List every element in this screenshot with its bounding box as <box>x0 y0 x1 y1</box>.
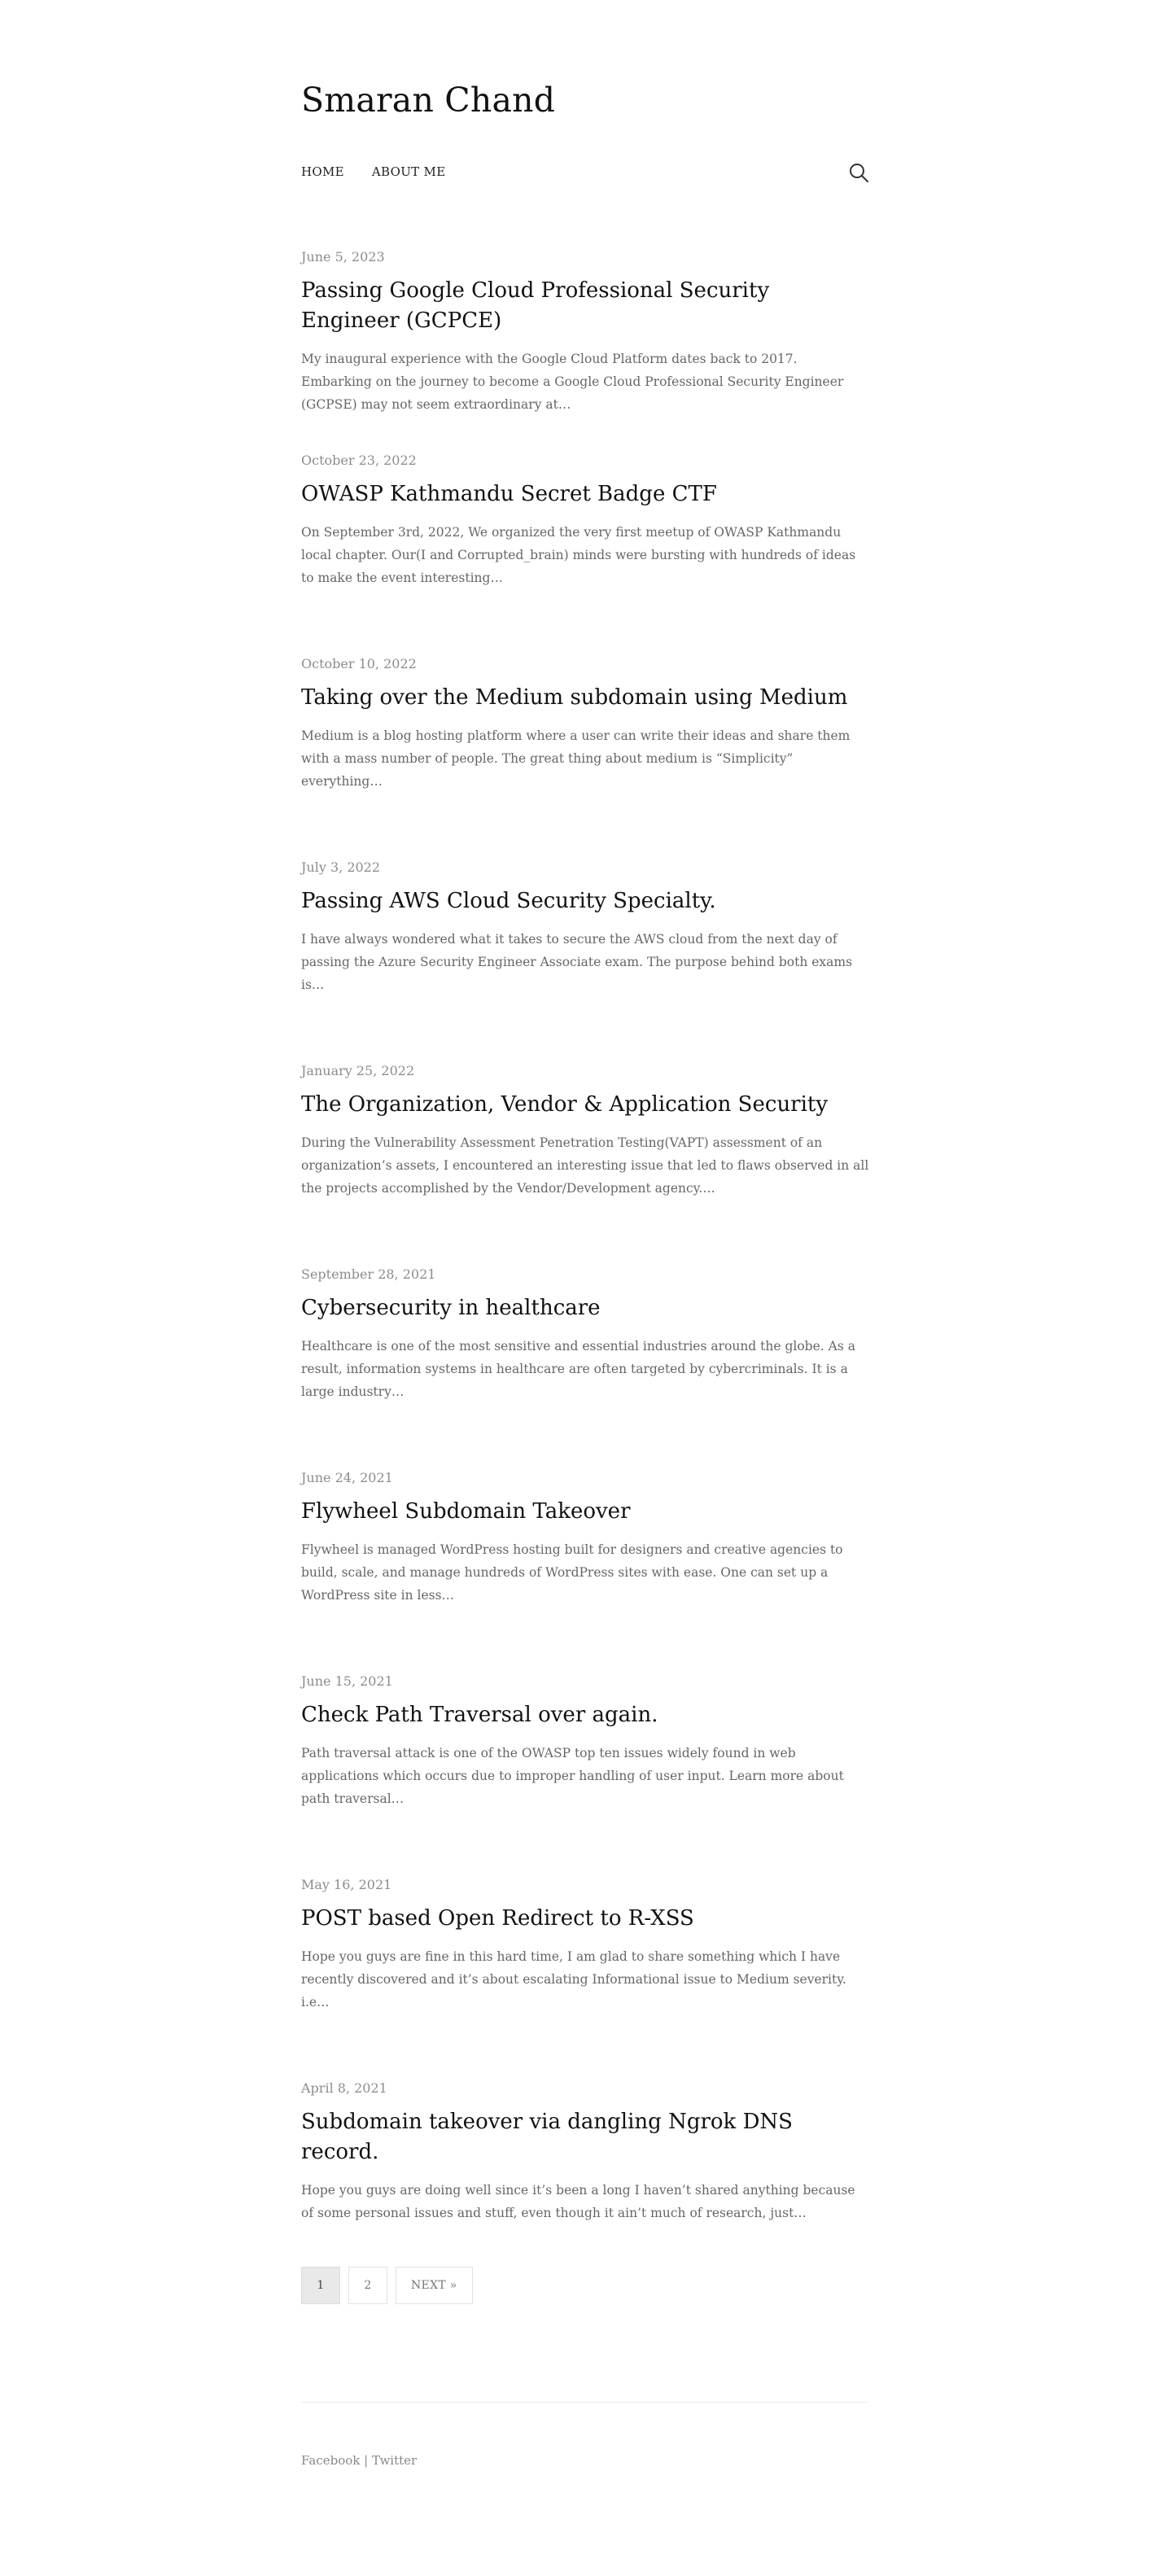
search-icon-glyph <box>850 164 868 182</box>
post-title-link[interactable]: Passing Google Cloud Professional Securi… <box>301 278 769 333</box>
main-nav: HOME ABOUT ME <box>301 155 869 188</box>
post-title: Subdomain takeover via dangling Ngrok DN… <box>301 2107 869 2167</box>
post-title-link[interactable]: POST based Open Redirect to R-XSS <box>301 1906 694 1931</box>
post-date: October 10, 2022 <box>301 656 417 671</box>
post-excerpt: My inaugural experience with the Google … <box>301 352 844 412</box>
page-button-2[interactable]: 2 <box>348 2267 387 2304</box>
twitter-link[interactable]: Twitter <box>372 2453 417 2468</box>
search-icon[interactable] <box>848 162 869 183</box>
post-date: July 3, 2022 <box>301 859 381 875</box>
post-date: May 16, 2021 <box>301 1877 392 1892</box>
post-excerpt: During the Vulnerability Assessment Pene… <box>301 1135 869 1196</box>
post-title: Cybersecurity in healthcare <box>301 1293 869 1323</box>
post-title: Check Path Traversal over again. <box>301 1700 869 1730</box>
site-title[interactable]: Smaran Chand <box>301 0 869 125</box>
post-item: June 24, 2021 Flywheel Subdomain Takeove… <box>301 1469 869 1673</box>
post-list: June 5, 2023 Passing Google Cloud Profes… <box>301 248 869 2242</box>
post-date: June 24, 2021 <box>301 1470 393 1485</box>
post-date: June 15, 2021 <box>301 1673 393 1689</box>
post-date: January 25, 2022 <box>301 1063 415 1078</box>
post-excerpt: I have always wondered what it takes to … <box>301 932 853 992</box>
post-title-link[interactable]: Flywheel Subdomain Takeover <box>301 1499 631 1524</box>
nav-item-home[interactable]: HOME <box>301 164 344 179</box>
post-item: July 3, 2022 Passing AWS Cloud Security … <box>301 859 869 1062</box>
post-title-link[interactable]: Cybersecurity in healthcare <box>301 1296 601 1320</box>
post-title: Passing AWS Cloud Security Specialty. <box>301 886 869 916</box>
post-excerpt: On September 3rd, 2022, We organized the… <box>301 525 856 585</box>
post-excerpt: Flywheel is managed WordPress hosting bu… <box>301 1542 843 1603</box>
post-title: Flywheel Subdomain Takeover <box>301 1497 869 1527</box>
post-title-link[interactable]: Subdomain takeover via dangling Ngrok DN… <box>301 2110 793 2164</box>
post-date: April 8, 2021 <box>301 2080 387 2096</box>
post-item: January 25, 2022 The Organization, Vendo… <box>301 1062 869 1266</box>
footer: Facebook | Twitter <box>301 2402 869 2468</box>
post-title: Taking over the Medium subdomain using M… <box>301 683 869 713</box>
post-excerpt: Path traversal attack is one of the OWAS… <box>301 1746 844 1806</box>
facebook-link[interactable]: Facebook <box>301 2453 360 2468</box>
post-title-link[interactable]: OWASP Kathmandu Secret Badge CTF <box>301 482 717 506</box>
post-item: May 16, 2021 POST based Open Redirect to… <box>301 1876 869 2080</box>
post-title: POST based Open Redirect to R-XSS <box>301 1904 869 1934</box>
post-excerpt: Hope you guys are doing well since it’s … <box>301 2183 855 2220</box>
footer-separator: | <box>360 2453 372 2468</box>
post-date: October 23, 2022 <box>301 453 417 468</box>
post-title-link[interactable]: The Organization, Vendor & Application S… <box>301 1092 828 1117</box>
post-date: September 28, 2021 <box>301 1266 436 1282</box>
post-item: October 23, 2022 OWASP Kathmandu Secret … <box>301 452 869 655</box>
post-excerpt: Medium is a blog hosting platform where … <box>301 728 851 789</box>
post-item: June 15, 2021 Check Path Traversal over … <box>301 1673 869 1876</box>
post-excerpt: Healthcare is one of the most sensitive … <box>301 1339 855 1399</box>
page-button-1[interactable]: 1 <box>301 2267 340 2304</box>
post-title: OWASP Kathmandu Secret Badge CTF <box>301 479 869 510</box>
post-item: June 5, 2023 Passing Google Cloud Profes… <box>301 248 869 452</box>
post-title-link[interactable]: Passing AWS Cloud Security Specialty. <box>301 889 716 913</box>
nav-item-about-me[interactable]: ABOUT ME <box>372 164 446 179</box>
next-page-button[interactable]: NEXT » <box>396 2267 473 2304</box>
pagination: 1 2 NEXT » <box>301 2267 869 2304</box>
post-item: October 10, 2022 Taking over the Medium … <box>301 655 869 859</box>
post-item: September 28, 2021 Cybersecurity in heal… <box>301 1266 869 1469</box>
post-title: Passing Google Cloud Professional Securi… <box>301 276 869 336</box>
post-item: April 8, 2021 Subdomain takeover via dan… <box>301 2080 869 2242</box>
post-title: The Organization, Vendor & Application S… <box>301 1090 869 1120</box>
post-date: June 5, 2023 <box>301 249 385 265</box>
post-title-link[interactable]: Check Path Traversal over again. <box>301 1703 658 1727</box>
post-excerpt: Hope you guys are fine in this hard time… <box>301 1949 846 2010</box>
post-title-link[interactable]: Taking over the Medium subdomain using M… <box>301 685 847 710</box>
page-container: Smaran Chand HOME ABOUT ME June 5, 2023 … <box>301 0 869 2468</box>
